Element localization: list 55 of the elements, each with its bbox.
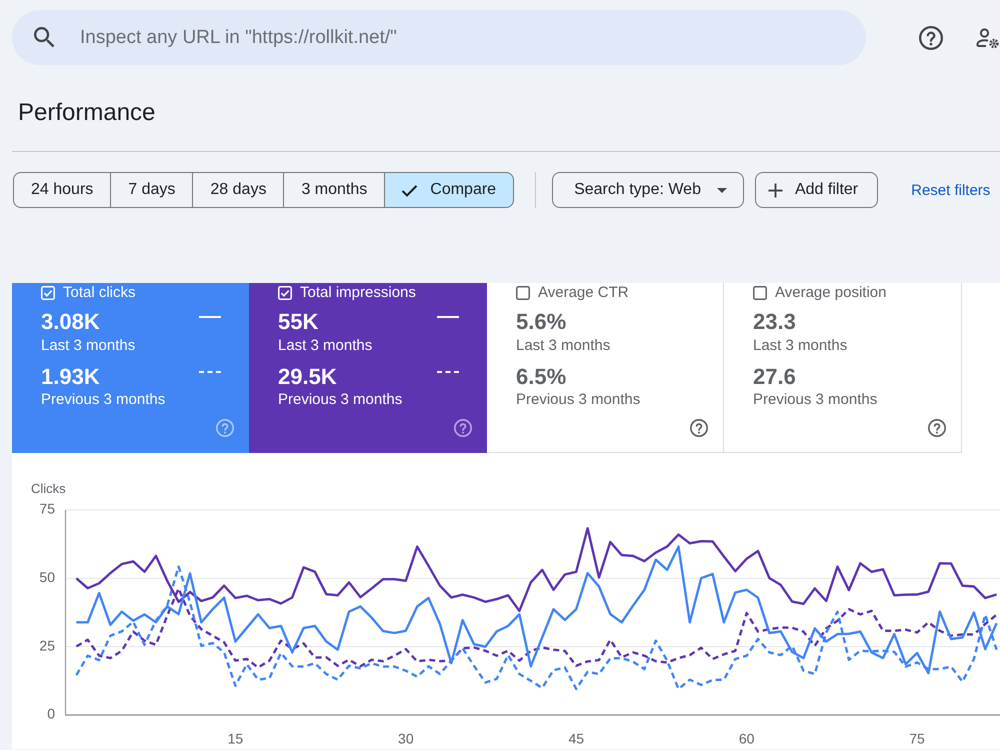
axis-tick-label: 30	[398, 730, 414, 747]
search-field[interactable]: Inspect any URL in "https://rollkit.net/"	[12, 10, 866, 65]
axis-tick-label: 60	[738, 730, 754, 747]
add-filter-button[interactable]: Add filter	[754, 172, 878, 208]
metric-value: 29.5K	[278, 365, 337, 389]
axis-tick-label: 45	[568, 730, 584, 747]
page-title: Performance	[18, 99, 156, 127]
axis-tick-label: 0	[47, 706, 55, 722]
axis-tick-label: 15	[228, 730, 244, 747]
segment-button[interactable]: 28 days	[192, 172, 284, 208]
metric-title: Total clicks	[63, 285, 136, 301]
metric-card[interactable]: Average CTR 5.6% Last 3 months 6.5% Previous 3 months	[487, 283, 724, 453]
search-icon	[34, 27, 55, 48]
axis-title: Clicks	[31, 481, 66, 497]
period-label: Last 3 months	[278, 337, 374, 355]
help-icon[interactable]	[928, 419, 946, 437]
period-label: Previous 3 months	[41, 391, 166, 409]
axis-tick-label: 75	[39, 500, 55, 517]
reset-filters-link[interactable]: Reset filters	[911, 182, 990, 198]
period-label: Previous 3 months	[516, 391, 642, 409]
metric-value: 5.6%	[516, 310, 566, 334]
metric-value: 3.08K	[41, 310, 100, 334]
metric-value: 27.6	[753, 365, 796, 389]
segment-button[interactable]: Compare	[384, 172, 514, 208]
metric-value: 1.93K	[41, 365, 100, 389]
metric-card[interactable]: Average position 23.3 Last 3 months 27.6 Previous 3 months	[724, 283, 962, 453]
period-label: Last 3 months	[753, 337, 848, 355]
metric-value: 6.5%	[516, 365, 566, 389]
help-icon[interactable]	[919, 26, 943, 50]
period-label: Previous 3 months	[753, 391, 878, 409]
solid-line-icon	[437, 316, 459, 318]
period-label: Last 3 months	[516, 337, 612, 355]
period-label: Last 3 months	[41, 337, 136, 355]
check-icon	[401, 184, 418, 196]
dashed-line-icon	[437, 371, 459, 374]
axis-tick-label: 50	[39, 569, 55, 586]
segment-button[interactable]: 7 days	[110, 172, 194, 208]
plus-icon	[768, 182, 783, 198]
metric-title: Total impressions	[300, 285, 416, 301]
axis-tick-label: 25	[39, 637, 55, 654]
person-gear-icon[interactable]	[976, 26, 1000, 50]
segment-button[interactable]: 24 hours	[13, 172, 112, 208]
checkbox[interactable]	[516, 286, 530, 300]
metric-title: Average position	[775, 285, 886, 301]
dashed-line-icon	[199, 371, 221, 374]
solid-line-icon	[199, 316, 221, 318]
metric-title: Average CTR	[538, 285, 629, 301]
axis-tick-label: 75	[909, 730, 925, 747]
help-icon[interactable]	[690, 419, 708, 437]
metric-value: 23.3	[753, 310, 796, 334]
dropdown-button[interactable]: Search type: Web	[552, 172, 744, 208]
caret-icon	[716, 188, 727, 192]
period-label: Previous 3 months	[278, 391, 404, 409]
checkbox[interactable]	[753, 286, 767, 300]
metric-value: 55K	[278, 310, 318, 334]
